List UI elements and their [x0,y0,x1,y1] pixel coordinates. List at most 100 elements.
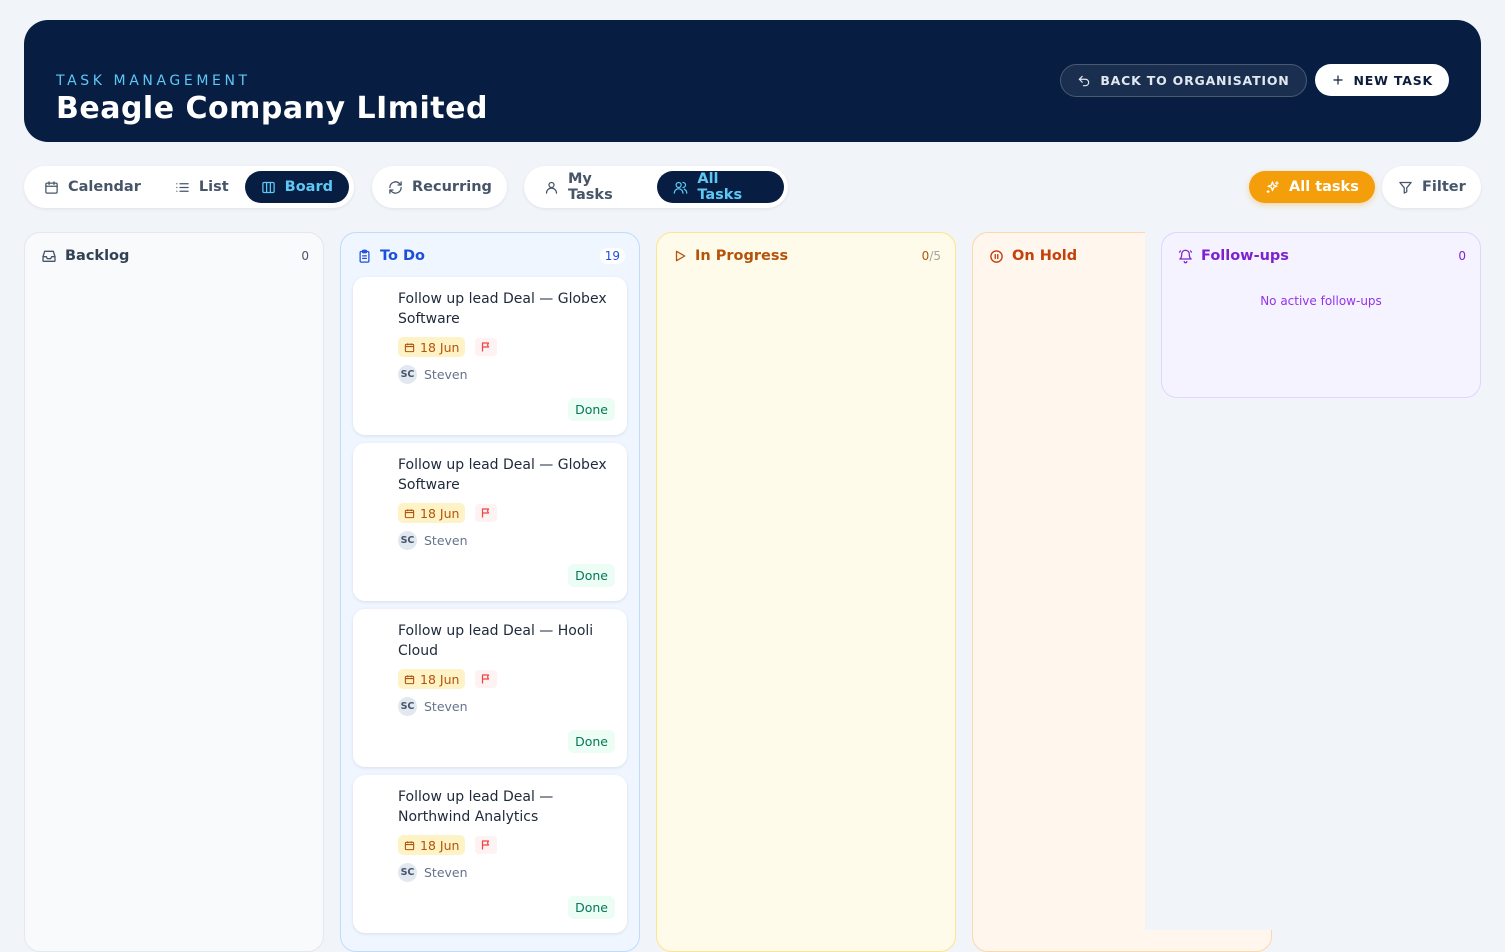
column-title: In Progress [695,248,789,264]
all-tasks-filter-wrap: All tasks [1249,171,1375,203]
column-header: To Do 19 [357,245,625,267]
column-title: To Do [380,248,425,264]
column-in-progress: In Progress 0/5 [656,232,956,952]
empty-state: No active follow-ups [1260,294,1382,308]
funnel-icon [1398,180,1413,195]
users-icon [673,180,688,195]
task-assignee: SC Steven [398,531,468,550]
pause-icon [989,249,1004,264]
column-todo: To Do 19 Follow up lead Deal — Globex So… [340,232,640,952]
task-assignee: SC Steven [398,863,468,882]
due-date: 18 Jun [420,837,460,853]
mark-done-button[interactable]: Done [568,730,615,753]
view-tab-list[interactable]: List [157,171,245,203]
task-card[interactable]: Follow up lead Deal — Globex Software 18… [353,277,627,435]
view-tab-calendar[interactable]: Calendar [28,171,157,203]
view-tab-board[interactable]: Board [244,171,349,203]
task-title: Follow up lead Deal — Globex Software [398,291,607,327]
priority-flag [475,338,498,356]
assignee-name: Steven [424,367,468,382]
view-switcher: Calendar List Board [24,166,354,208]
column-count: 0/5 [922,249,941,263]
avatar: SC [398,863,417,882]
recurring-label: Recurring [412,179,492,195]
new-task-button[interactable]: NEW TASK [1314,64,1449,96]
back-to-organisation-button[interactable]: BACK TO ORGANISATION [1060,64,1307,97]
filter-button[interactable]: Filter [1382,166,1481,208]
avatar: SC [398,365,417,384]
column-header: Backlog 0 [41,245,309,267]
assignee-name: Steven [424,533,468,548]
due-date-badge: 18 Jun [398,337,466,357]
view-tab-board-label: Board [284,179,333,195]
scope-tab-all-tasks[interactable]: All Tasks [657,171,784,203]
due-date-badge: 18 Jun [398,835,466,855]
page-eyebrow: TASK MANAGEMENT [56,73,251,89]
back-arrow-icon [1077,74,1091,88]
task-card[interactable]: Follow up lead Deal — Hooli Cloud 18 Jun… [353,609,627,767]
column-count: 0 [1458,249,1466,263]
column-title: Follow-ups [1201,248,1289,264]
header-actions: BACK TO ORGANISATION NEW TASK [1060,64,1449,97]
assignee-name: Steven [424,699,468,714]
view-tab-calendar-label: Calendar [68,179,141,195]
back-to-organisation-label: BACK TO ORGANISATION [1100,73,1290,88]
task-card[interactable]: Follow up lead Deal — Globex Software 18… [353,443,627,601]
recurring-pill: Recurring [372,171,508,203]
calendar-icon [404,674,415,685]
user-icon [544,180,559,195]
task-meta: 18 Jun [398,503,498,523]
column-count: 0 [301,249,309,263]
task-assignee: SC Steven [398,697,468,716]
play-icon [673,249,687,263]
toolbar: Calendar List Board Recurring My Tasks A… [24,166,1481,208]
calendar-icon [404,508,415,519]
list-icon [175,180,190,195]
wip-limit: /5 [929,249,941,263]
flag-icon [480,673,492,685]
recurring-button[interactable]: Recurring [372,166,507,208]
filter-pill: Filter [1382,171,1482,203]
calendar-icon [404,342,415,353]
inbox-icon [41,248,57,264]
task-assignee: SC Steven [398,365,468,384]
priority-flag [475,504,498,522]
task-title: Follow up lead Deal — Northwind Analytic… [398,789,554,825]
avatar: SC [398,531,417,550]
mark-done-button[interactable]: Done [568,564,615,587]
flag-icon [480,507,492,519]
column-title: On Hold [1012,248,1078,264]
new-task-label: NEW TASK [1353,72,1433,88]
view-tab-list-label: List [198,179,229,195]
task-card[interactable]: Follow up lead Deal — Northwind Analytic… [353,775,627,933]
page-title: Beagle Company LImited [56,91,488,126]
all-tasks-filter-button[interactable]: All tasks [1249,171,1375,203]
column-header: Follow-ups 0 [1178,245,1466,267]
due-date-badge: 18 Jun [398,669,466,689]
scope-tab-all-tasks-label: All Tasks [697,171,743,203]
scope-tab-my-tasks-label: My Tasks [568,171,613,203]
flag-icon [480,341,492,353]
due-date: 18 Jun [420,339,460,355]
bell-icon [1178,249,1193,264]
scope-tab-my-tasks[interactable]: My Tasks [528,171,657,203]
column-followups: Follow-ups 0 No active follow-ups [1161,232,1481,398]
sparkles-icon [1265,180,1280,195]
task-title: Follow up lead Deal — Globex Software [398,457,607,493]
refresh-icon [388,180,403,195]
calendar-icon [404,840,415,851]
mark-done-button[interactable]: Done [568,896,615,919]
column-title: Backlog [65,248,130,264]
clipboard-icon [357,249,372,264]
filter-label: Filter [1422,179,1466,195]
due-date: 18 Jun [420,671,460,687]
task-meta: 18 Jun [398,835,498,855]
mark-done-button[interactable]: Done [568,398,615,421]
all-tasks-filter-label: All tasks [1289,179,1359,195]
due-date-badge: 18 Jun [398,503,466,523]
task-meta: 18 Jun [398,669,498,689]
priority-flag [475,836,498,854]
column-header: In Progress 0/5 [673,245,941,267]
priority-flag [475,670,498,688]
flag-icon [480,839,492,851]
